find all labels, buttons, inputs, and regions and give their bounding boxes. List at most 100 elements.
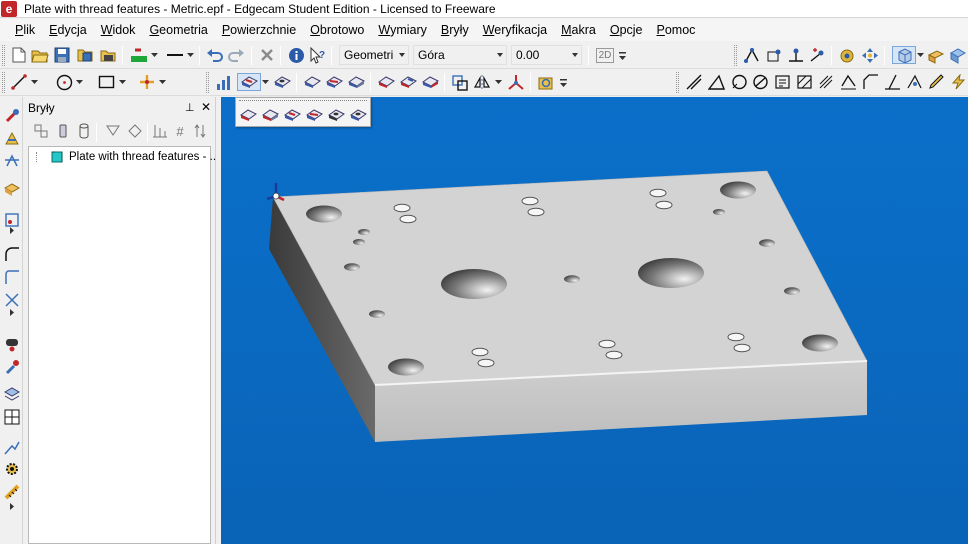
tree-item-plate[interactable]: Plate with thread features - ... (36, 151, 219, 163)
shaded-view-button[interactable] (892, 46, 916, 64)
info-icon[interactable] (287, 46, 305, 64)
close-icon[interactable]: ✕ (201, 100, 211, 114)
grid-tool-icon[interactable] (3, 408, 20, 425)
menu-plik[interactable]: Plik (8, 19, 42, 41)
corner-tool-icon[interactable] (3, 268, 20, 285)
offset-icon[interactable] (839, 73, 857, 91)
save-as-icon[interactable] (75, 46, 93, 64)
no-entry-icon[interactable] (751, 73, 769, 91)
toolbar-grip[interactable] (2, 45, 5, 66)
line-style-icon[interactable] (166, 46, 184, 64)
snap-add-icon[interactable] (809, 46, 827, 64)
save-icon[interactable] (53, 46, 71, 64)
tool-holder-icon[interactable] (3, 335, 20, 352)
feature-pocket-icon[interactable] (303, 73, 321, 91)
line-tool-icon[interactable] (10, 73, 28, 91)
toolbar-grip[interactable] (2, 72, 5, 93)
open-folder-icon[interactable] (31, 46, 49, 64)
delete-icon[interactable] (258, 46, 276, 64)
circle-point-icon[interactable] (730, 73, 748, 91)
expand-arrow-icon[interactable] (3, 307, 20, 317)
toolbar-overflow-icon[interactable] (618, 46, 626, 64)
blend-tool-icon[interactable] (3, 153, 20, 170)
line-style-dropdown-icon[interactable] (186, 46, 194, 64)
solid-features-button[interactable] (237, 73, 261, 91)
pencil-edit-icon[interactable] (927, 73, 945, 91)
feature-face-icon[interactable] (347, 73, 365, 91)
feature-edge-icon[interactable] (377, 73, 395, 91)
break-icon[interactable] (905, 73, 923, 91)
cpl-axes-icon[interactable] (507, 73, 525, 91)
triangle-icon[interactable] (707, 73, 725, 91)
measure-tool-icon[interactable] (3, 483, 20, 500)
filter-icon[interactable] (104, 122, 122, 140)
material-view-icon[interactable] (949, 46, 967, 64)
solid-feature-list-icon[interactable] (32, 122, 50, 140)
text-box-icon[interactable] (773, 73, 791, 91)
fillet-tool-icon[interactable] (3, 245, 20, 262)
popup-feature-5-icon[interactable] (327, 106, 345, 124)
menu-pomoc[interactable]: Pomoc (650, 19, 703, 41)
view-select[interactable]: Góra (413, 45, 507, 65)
line-tool-dropdown-icon[interactable] (30, 73, 38, 91)
undo-icon[interactable] (205, 46, 223, 64)
feature-slot-icon[interactable] (421, 73, 439, 91)
redo-icon[interactable] (227, 46, 245, 64)
rotate-view-icon[interactable] (838, 46, 856, 64)
pin-icon[interactable]: ⊥ (185, 101, 195, 114)
columns-icon[interactable] (151, 122, 169, 140)
layer-select[interactable]: Geometri (339, 45, 409, 65)
toolbar-grip[interactable] (676, 72, 679, 93)
solid-tube-icon[interactable] (75, 122, 93, 140)
transform-icon[interactable] (451, 73, 469, 91)
depth-select[interactable]: 0.00 (511, 45, 582, 65)
popup-grip[interactable] (239, 100, 367, 102)
popup-feature-2-icon[interactable] (261, 106, 279, 124)
help-cursor-icon[interactable]: ? (309, 46, 327, 64)
circle-tool-dropdown-icon[interactable] (75, 73, 83, 91)
construction-line-icon[interactable] (685, 73, 703, 91)
mirror-dropdown-icon[interactable] (494, 73, 502, 91)
menu-makra[interactable]: Makra (554, 19, 603, 41)
stock-tool-icon[interactable] (3, 180, 20, 197)
menu-geometria[interactable]: Geometria (142, 19, 214, 41)
print-icon[interactable] (98, 46, 116, 64)
feature-profile-icon[interactable] (399, 73, 417, 91)
menu-edycja[interactable]: Edycja (42, 19, 94, 41)
chamfer-icon[interactable] (861, 73, 879, 91)
popup-feature-3-icon[interactable] (283, 106, 301, 124)
mirror-icon[interactable] (473, 73, 491, 91)
toolbar-overflow-icon[interactable] (559, 73, 567, 91)
layer-tool-icon[interactable] (3, 385, 20, 402)
dimension-icon[interactable] (817, 73, 835, 91)
cross-tool-icon[interactable] (3, 291, 20, 308)
tree-expander[interactable] (36, 152, 48, 162)
point-tool-dropdown-icon[interactable] (158, 73, 166, 91)
menu-weryfikacja[interactable]: Weryfikacja (476, 19, 554, 41)
pan-view-icon[interactable] (861, 46, 879, 64)
feature-hole-icon[interactable] (273, 73, 291, 91)
popup-feature-1-icon[interactable] (239, 106, 257, 124)
rectangle-tool-icon[interactable] (97, 73, 115, 91)
mode-2d-button[interactable]: 2D (594, 46, 616, 64)
colour-dropdown-icon[interactable] (150, 46, 158, 64)
toolbar-grip[interactable] (206, 72, 209, 93)
polyline-tool-icon[interactable] (3, 439, 20, 456)
menu-widok[interactable]: Widok (94, 19, 143, 41)
point-tool-icon[interactable] (138, 73, 156, 91)
drill-tool-icon[interactable] (3, 107, 20, 124)
hatch-icon[interactable] (795, 73, 813, 91)
menu-obrotowo[interactable]: Obrotowo (303, 19, 371, 41)
feature-boss-icon[interactable] (325, 73, 343, 91)
toolbar-grip[interactable] (734, 45, 737, 66)
solid-view-icon[interactable] (927, 46, 945, 64)
colour-icon[interactable] (130, 46, 148, 64)
trim-icon[interactable] (883, 73, 901, 91)
snap-centre-icon[interactable] (787, 46, 805, 64)
solid-cylinder-icon[interactable] (54, 122, 72, 140)
grid-hash-icon[interactable]: # (171, 122, 189, 140)
expand-arrow-icon[interactable] (3, 501, 20, 511)
popup-feature-4-icon[interactable] (305, 106, 323, 124)
diamond-icon[interactable] (126, 122, 144, 140)
gear-tool-icon[interactable] (3, 460, 20, 477)
